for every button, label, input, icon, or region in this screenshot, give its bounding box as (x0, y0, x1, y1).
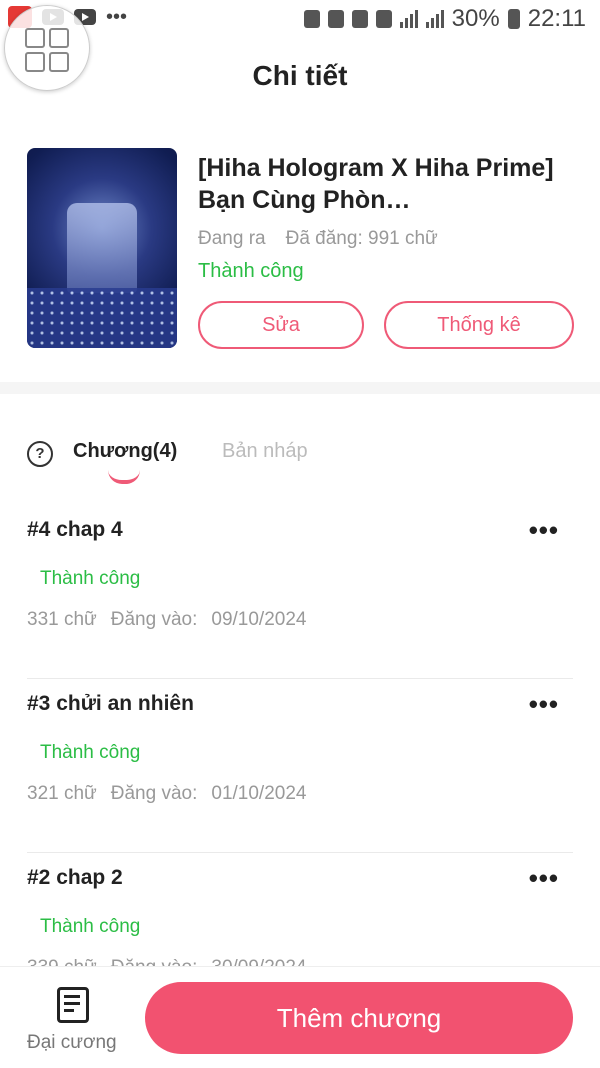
grid-icon-cell-2 (49, 28, 69, 48)
chapter-date: 09/10/2024 (211, 609, 307, 630)
battery-percent: 30% (451, 5, 500, 32)
page-title: Chi tiết (252, 60, 348, 91)
recycle-icon (303, 10, 320, 28)
active-tab-indicator (108, 470, 140, 484)
cover-fountain (67, 203, 137, 293)
story-cover-image[interactable] (27, 148, 177, 348)
chapter-title: #3 chửi an nhiên (27, 692, 194, 715)
chapter-list: #4 chap 4 ••• Thành công 331 chữ Đăng và… (27, 505, 573, 1027)
story-word-count: Đã đăng: 991 chữ (285, 228, 438, 249)
chapter-status: Thành công (40, 916, 141, 937)
chapter-meta: 331 chữ Đăng vào: 09/10/2024 (27, 609, 306, 631)
chapter-status: Thành công (40, 568, 141, 589)
edit-button[interactable]: Sửa (198, 301, 364, 349)
tab-chapters[interactable]: Chương(4) (73, 440, 177, 463)
more-icon[interactable]: ••• (529, 689, 559, 720)
chapter-status: Thành công (40, 742, 141, 763)
wifi-icon (375, 10, 392, 28)
chapter-posted-label: Đăng vào: (110, 609, 198, 630)
more-icon[interactable]: ••• (529, 515, 559, 546)
outline-label: Đại cương (27, 1032, 117, 1053)
more-notifications-icon: ••• (106, 6, 128, 28)
status-bar: ••• 30% 22:11 (0, 0, 600, 40)
clock: 22:11 (527, 5, 586, 32)
mute-icon (327, 10, 344, 28)
chapter-item[interactable]: #3 chửi an nhiên ••• Thành công 321 chữ … (27, 679, 573, 853)
story-card: [Hiha Hologram X Hiha Prime] Bạn Cùng Ph… (27, 148, 574, 350)
add-chapter-button[interactable]: Thêm chương (145, 982, 573, 1054)
signal-icon (399, 10, 418, 28)
cover-flowers (27, 288, 177, 348)
chapter-title: #4 chap 4 (27, 518, 123, 541)
stats-button[interactable]: Thống kê (384, 301, 574, 349)
section-divider (0, 382, 600, 394)
chapter-title: #2 chap 2 (27, 866, 123, 889)
story-meta: Đang ra Đã đăng: 991 chữ (198, 228, 438, 250)
chapter-tabs: ? Chương(4) Bản nháp (27, 438, 573, 484)
story-state: Đang ra (198, 228, 266, 249)
story-title: [Hiha Hologram X Hiha Prime] Bạn Cùng Ph… (198, 154, 554, 214)
more-icon[interactable]: ••• (529, 863, 559, 894)
chapter-date: 01/10/2024 (211, 783, 307, 804)
grid-icon (25, 28, 45, 48)
story-status: Thành công (198, 260, 304, 282)
chapter-item[interactable]: #4 chap 4 ••• Thành công 331 chữ Đăng và… (27, 505, 573, 679)
bottom-bar: Đại cương Thêm chương (0, 966, 600, 1068)
outline-icon (57, 987, 89, 1023)
battery-icon (507, 9, 520, 29)
chapter-meta: 321 chữ Đăng vào: 01/10/2024 (27, 783, 306, 805)
chapter-word-count: 331 chữ (27, 609, 97, 630)
signal-icon-2 (425, 10, 444, 28)
tab-drafts[interactable]: Bản nháp (222, 440, 308, 463)
status-right: 30% 22:11 (303, 5, 586, 33)
alarm-icon (351, 10, 368, 28)
chapter-posted-label: Đăng vào: (110, 783, 198, 804)
help-icon[interactable]: ? (27, 441, 53, 467)
chapter-word-count: 321 chữ (27, 783, 97, 804)
